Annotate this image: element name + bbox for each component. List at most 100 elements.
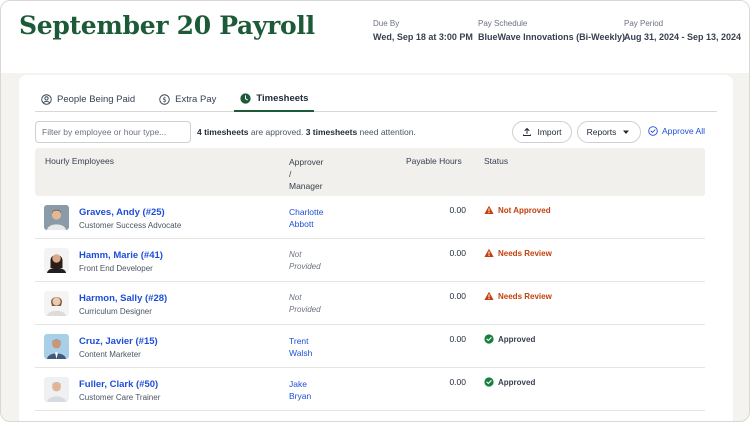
approver-link[interactable]: Trent Walsh bbox=[289, 335, 339, 359]
approver-first-name: Charlotte bbox=[289, 207, 324, 217]
table-row[interactable]: Cruz, Javier (#15) Content Marketer Tren… bbox=[35, 325, 705, 368]
upload-icon bbox=[523, 128, 532, 136]
dollar-icon: $ bbox=[159, 94, 170, 105]
due-by-label: Due By bbox=[373, 19, 400, 28]
tab-label: People Being Paid bbox=[57, 94, 136, 105]
approver-last-name: Abbott bbox=[289, 219, 314, 229]
employee-role: Customer Care Trainer bbox=[79, 393, 161, 402]
summary-text-end: need attention. bbox=[357, 127, 416, 137]
payable-hours: 0.00 bbox=[449, 248, 466, 258]
status-badge: Approved bbox=[484, 334, 535, 344]
payable-hours: 0.00 bbox=[449, 377, 466, 387]
avatar bbox=[44, 377, 69, 402]
approver-line: Provided bbox=[289, 262, 321, 271]
approver-first-name: Jake bbox=[289, 379, 307, 389]
approver-line: Provided bbox=[289, 305, 321, 314]
status-badge: Needs Review bbox=[484, 248, 552, 258]
employee-rows: Graves, Andy (#25) Customer Success Advo… bbox=[35, 196, 705, 411]
approver-last-name: Walsh bbox=[289, 348, 313, 358]
svg-text:$: $ bbox=[162, 96, 166, 104]
employee-role: Content Marketer bbox=[79, 350, 141, 359]
status-text: Approved bbox=[498, 334, 536, 344]
tab-people-being-paid[interactable]: People Being Paid bbox=[35, 87, 141, 112]
approver-not-provided: Not Provided bbox=[289, 292, 339, 316]
check-circle-icon bbox=[484, 334, 494, 344]
toolbar: 4 timesheets are approved. 3 timesheets … bbox=[35, 121, 717, 143]
column-header-employees: Hourly Employees bbox=[45, 156, 114, 166]
tab-label: Timesheets bbox=[256, 93, 309, 104]
pay-period-value: Aug 31, 2024 - Sep 13, 2024 bbox=[624, 32, 742, 42]
avatar bbox=[44, 291, 69, 316]
approver-header-line: Approver bbox=[289, 157, 324, 167]
approver-link[interactable]: Jake Bryan bbox=[289, 378, 339, 402]
status-text: Needs Review bbox=[498, 248, 552, 258]
pay-schedule-value: BlueWave Innovations (Bi-Weekly) bbox=[478, 32, 626, 42]
due-by-value: Wed, Sep 18 at 3:00 PM bbox=[373, 32, 473, 42]
import-button[interactable]: Import bbox=[512, 121, 572, 143]
payable-hours: 0.00 bbox=[449, 205, 466, 215]
app-window: September 20 Payroll Due By Wed, Sep 18 … bbox=[0, 0, 750, 422]
approve-all-label: Approve All bbox=[662, 126, 705, 136]
table-row[interactable]: Hamm, Marie (#41) Front End Developer No… bbox=[35, 239, 705, 282]
tab-extra-pay[interactable]: $ Extra Pay bbox=[153, 87, 222, 112]
timesheets-card: People Being Paid $ Extra Pay Timesheets… bbox=[19, 75, 733, 421]
check-circle-icon bbox=[484, 377, 494, 387]
column-header-approver: Approver / Manager bbox=[289, 156, 329, 192]
status-badge: Approved bbox=[484, 377, 535, 387]
column-header-status: Status bbox=[484, 156, 509, 166]
pay-schedule-label: Pay Schedule bbox=[478, 19, 528, 28]
employee-role: Front End Developer bbox=[79, 264, 153, 273]
table-row[interactable]: Fuller, Clark (#50) Customer Care Traine… bbox=[35, 368, 705, 411]
avatar bbox=[44, 334, 69, 359]
tab-timesheets[interactable]: Timesheets bbox=[234, 87, 315, 112]
reports-dropdown[interactable]: Reports bbox=[577, 121, 641, 143]
approver-header-line: Manager bbox=[289, 181, 323, 191]
avatar bbox=[44, 248, 69, 273]
reports-label: Reports bbox=[586, 127, 617, 137]
due-by-info: Due By Wed, Sep 18 at 3:00 PM bbox=[373, 19, 473, 42]
payable-hours: 0.00 bbox=[449, 334, 466, 344]
approver-line: Not bbox=[289, 250, 302, 259]
clock-icon bbox=[240, 93, 251, 104]
approved-count: 4 timesheets bbox=[197, 127, 249, 137]
tab-label: Extra Pay bbox=[175, 94, 217, 105]
payable-hours: 0.00 bbox=[449, 291, 466, 301]
approver-first-name: Trent bbox=[289, 336, 309, 346]
import-label: Import bbox=[537, 127, 562, 137]
employee-role: Customer Success Advocate bbox=[79, 221, 182, 230]
pay-schedule-info: Pay Schedule BlueWave Innovations (Bi-We… bbox=[478, 19, 625, 42]
status-badge: Not Approved bbox=[484, 205, 551, 215]
approver-last-name: Bryan bbox=[289, 391, 312, 401]
column-header-hours: Payable Hours bbox=[406, 156, 462, 166]
page-title: September 20 Payroll bbox=[19, 11, 315, 40]
warning-icon bbox=[484, 205, 494, 214]
tab-bar: People Being Paid $ Extra Pay Timesheets bbox=[35, 87, 717, 112]
employee-name-link[interactable]: Hamm, Marie (#41) bbox=[79, 250, 163, 261]
table-header: Hourly Employees Approver / Manager Paya… bbox=[35, 148, 705, 196]
approver-not-provided: Not Provided bbox=[289, 249, 339, 273]
timesheet-summary: 4 timesheets are approved. 3 timesheets … bbox=[197, 127, 416, 137]
approver-line: Not bbox=[289, 293, 302, 302]
person-icon bbox=[41, 94, 52, 105]
attention-count: 3 timesheets bbox=[305, 127, 358, 137]
filter-input[interactable] bbox=[35, 121, 191, 143]
employee-name-link[interactable]: Fuller, Clark (#50) bbox=[79, 379, 158, 390]
caret-down-icon bbox=[623, 130, 630, 134]
pay-period-label: Pay Period bbox=[624, 19, 664, 28]
employee-name-link[interactable]: Graves, Andy (#25) bbox=[79, 207, 165, 218]
approver-link[interactable]: Charlotte Abbott bbox=[289, 206, 339, 230]
table-row[interactable]: Harmon, Sally (#28) Curriculum Designer … bbox=[35, 282, 705, 325]
status-text: Needs Review bbox=[498, 291, 552, 301]
employee-name-link[interactable]: Cruz, Javier (#15) bbox=[79, 336, 158, 347]
status-text: Approved bbox=[498, 377, 536, 387]
table-row[interactable]: Graves, Andy (#25) Customer Success Advo… bbox=[35, 196, 705, 239]
avatar bbox=[44, 205, 69, 230]
status-text: Not Approved bbox=[498, 205, 551, 215]
approver-header-line: / bbox=[289, 169, 292, 179]
approve-all-button[interactable]: Approve All bbox=[648, 126, 705, 136]
warning-icon bbox=[484, 248, 494, 257]
page-header: September 20 Payroll Due By Wed, Sep 18 … bbox=[1, 1, 749, 73]
status-badge: Needs Review bbox=[484, 291, 552, 301]
employee-name-link[interactable]: Harmon, Sally (#28) bbox=[79, 293, 167, 304]
summary-text-mid: are approved. bbox=[248, 127, 306, 137]
